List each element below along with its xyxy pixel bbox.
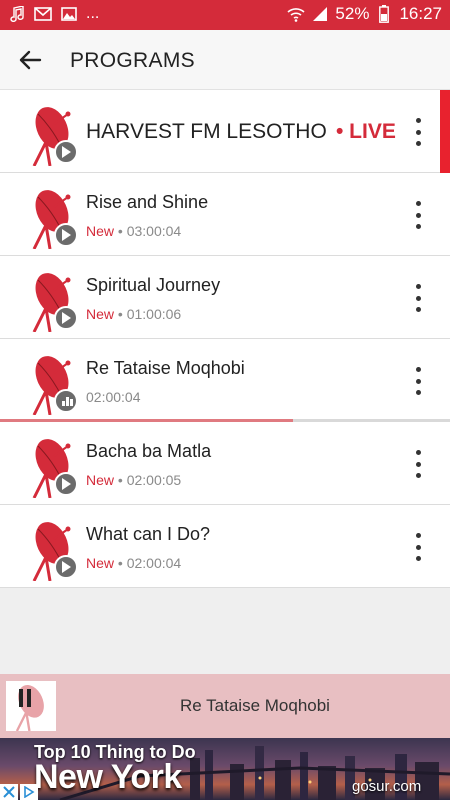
program-duration: 02:00:04 <box>126 555 182 571</box>
program-meta: New • 03:00:04 <box>86 223 182 239</box>
program-meta: New • 01:00:06 <box>86 306 182 322</box>
signal-icon <box>311 6 329 22</box>
more-options-button[interactable] <box>408 367 428 395</box>
program-title: What can I Do? <box>86 524 211 544</box>
arrow-left-icon <box>19 50 42 70</box>
ad-choices-icon <box>24 786 35 798</box>
more-options-button[interactable] <box>408 450 428 478</box>
station-name: HARVEST FM LESOTHO <box>86 120 327 143</box>
play-icon[interactable] <box>54 555 78 579</box>
ad-domain: gosur.com <box>352 778 422 795</box>
close-icon <box>3 786 15 798</box>
program-row[interactable]: Bacha ba Matla New • 02:00:05 <box>0 422 450 505</box>
program-meta: New • 02:00:05 <box>86 472 182 488</box>
new-badge: New <box>86 306 115 322</box>
wifi-icon <box>287 6 305 22</box>
page-title: PROGRAMS <box>70 49 195 72</box>
program-row[interactable]: What can I Do? New • 02:00:04 <box>0 505 450 588</box>
program-title: Spiritual Journey <box>86 275 221 295</box>
live-station-row[interactable]: HARVEST FM LESOTHO • LIVE <box>0 90 450 173</box>
ad-banner[interactable]: Top 10 Thing to Do New York gosur.com <box>0 738 450 800</box>
play-icon[interactable] <box>54 140 78 164</box>
mini-player-artwork <box>6 681 56 732</box>
ad-close-button[interactable] <box>0 784 18 800</box>
program-duration: 02:00:04 <box>86 389 141 405</box>
live-badge: • LIVE <box>336 120 396 143</box>
program-list: HARVEST FM LESOTHO • LIVE Rise and Shine… <box>0 90 450 588</box>
more-options-button[interactable] <box>408 118 428 146</box>
clock: 16:27 <box>399 4 442 23</box>
mail-icon <box>34 6 52 22</box>
notification-icons: ... <box>8 5 99 23</box>
new-badge: New <box>86 555 115 571</box>
more-notifications: ... <box>86 5 100 22</box>
program-title: Re Tataise Moqhobi <box>86 358 245 378</box>
program-duration: 01:00:06 <box>126 306 182 322</box>
program-title: Rise and Shine <box>86 192 209 212</box>
more-options-button[interactable] <box>408 533 428 561</box>
program-meta: 02:00:04 <box>86 389 141 405</box>
ad-city: New York <box>34 758 182 796</box>
more-options-button[interactable] <box>408 284 428 312</box>
image-icon <box>60 6 78 22</box>
live-indicator-bar <box>440 90 450 173</box>
now-playing-title: Re Tataise Moqhobi <box>180 696 330 715</box>
more-options-button[interactable] <box>408 201 428 229</box>
new-badge: New <box>86 223 115 239</box>
equalizer-icon[interactable] <box>54 389 78 413</box>
program-meta: New • 02:00:04 <box>86 555 182 571</box>
program-duration: 02:00:05 <box>126 472 182 488</box>
play-icon[interactable] <box>54 472 78 496</box>
program-title: Bacha ba Matla <box>86 441 212 461</box>
pause-icon[interactable] <box>19 689 31 707</box>
program-duration: 03:00:04 <box>126 223 182 239</box>
play-icon[interactable] <box>54 306 78 330</box>
music-note-icon <box>8 6 26 22</box>
program-row-playing[interactable]: Re Tataise Moqhobi 02:00:04 <box>0 339 450 422</box>
battery-icon <box>375 5 393 23</box>
program-row[interactable]: Rise and Shine New • 03:00:04 <box>0 173 450 256</box>
status-bar: ... 52% 16:27 <box>0 0 450 30</box>
play-icon[interactable] <box>54 223 78 247</box>
app-bar: PROGRAMS <box>0 30 450 90</box>
new-badge: New <box>86 472 115 488</box>
program-row[interactable]: Spiritual Journey New • 01:00:06 <box>0 256 450 339</box>
system-status: 52% 16:27 <box>287 4 442 24</box>
back-button[interactable] <box>14 44 46 76</box>
ad-choices-button[interactable] <box>20 784 38 800</box>
mini-player[interactable]: Re Tataise Moqhobi <box>0 674 450 738</box>
battery-percent: 52% <box>335 4 370 23</box>
